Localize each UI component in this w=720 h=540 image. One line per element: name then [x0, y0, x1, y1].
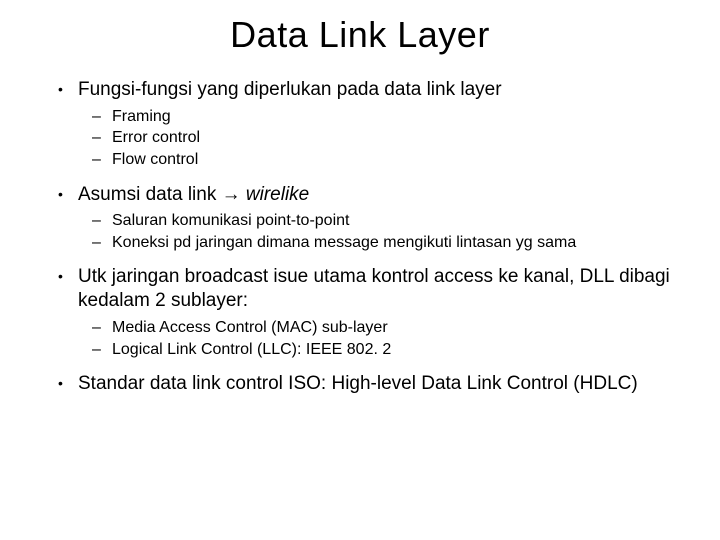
- bullet-item: Utk jaringan broadcast isue utama kontro…: [50, 265, 670, 360]
- slide: Data Link Layer Fungsi-fungsi yang diper…: [0, 0, 720, 428]
- bullet-list: Fungsi-fungsi yang diperlukan pada data …: [50, 78, 670, 396]
- bullet-item: Fungsi-fungsi yang diperlukan pada data …: [50, 78, 670, 171]
- sub-item: Error control: [78, 127, 670, 149]
- slide-title: Data Link Layer: [50, 14, 670, 56]
- sub-item: Media Access Control (MAC) sub-layer: [78, 317, 670, 339]
- sub-item: Koneksi pd jaringan dimana message mengi…: [78, 232, 670, 254]
- sub-item: Logical Link Control (LLC): IEEE 802. 2: [78, 339, 670, 361]
- bullet-text-italic: wirelike: [241, 184, 310, 205]
- sub-item: Saluran komunikasi point-to-point: [78, 210, 670, 232]
- bullet-text: Standar data link control ISO: High-leve…: [78, 372, 670, 396]
- bullet-text: Asumsi data link → wirelike: [78, 183, 670, 207]
- bullet-item: Asumsi data link → wirelike Saluran komu…: [50, 183, 670, 254]
- bullet-item: Standar data link control ISO: High-leve…: [50, 372, 670, 396]
- bullet-text-prefix: Asumsi data link: [78, 184, 222, 205]
- sub-list: Framing Error control Flow control: [78, 106, 670, 171]
- sub-item: Flow control: [78, 149, 670, 171]
- arrow-icon: →: [222, 184, 241, 205]
- bullet-text: Utk jaringan broadcast isue utama kontro…: [78, 265, 670, 313]
- bullet-text: Fungsi-fungsi yang diperlukan pada data …: [78, 78, 670, 102]
- sub-list: Media Access Control (MAC) sub-layer Log…: [78, 317, 670, 360]
- sub-list: Saluran komunikasi point-to-point Koneks…: [78, 210, 670, 253]
- sub-item: Framing: [78, 106, 670, 128]
